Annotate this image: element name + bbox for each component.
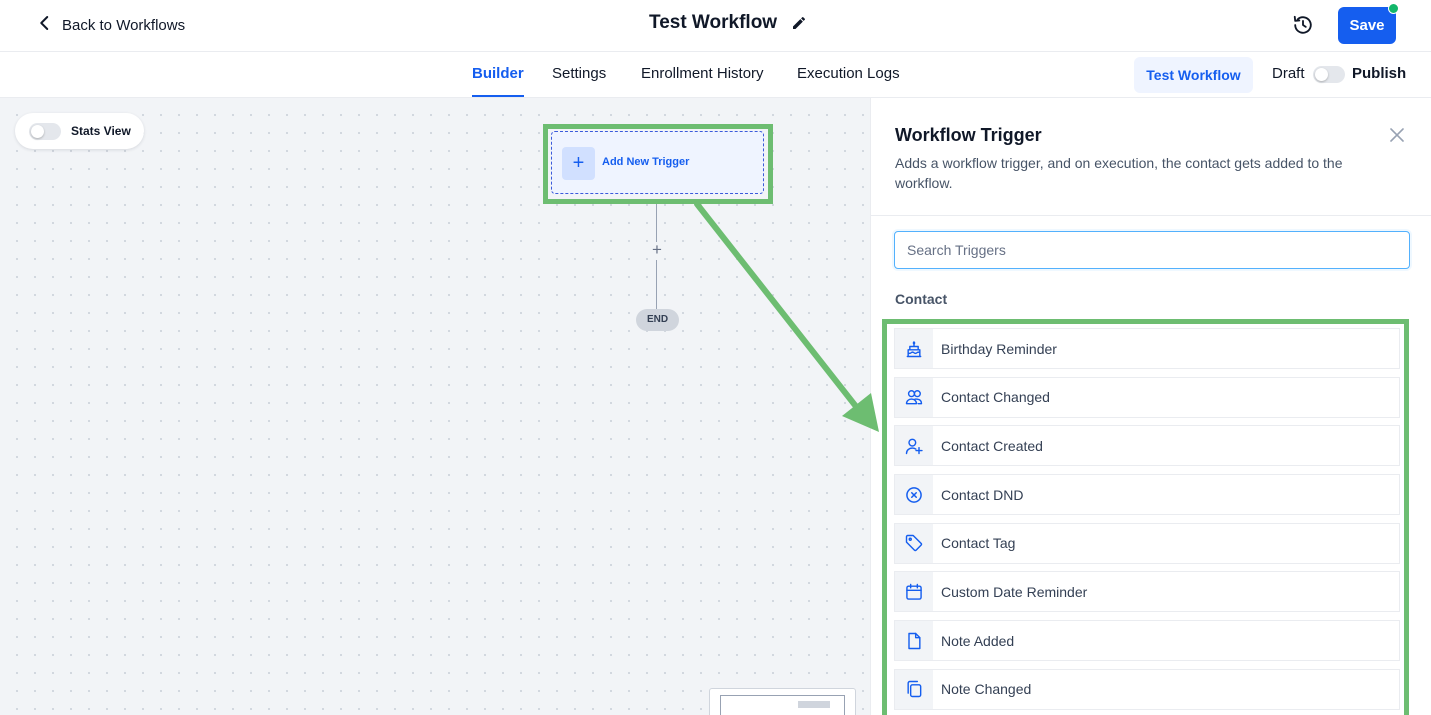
tab-builder[interactable]: Builder [472, 52, 524, 97]
minimap[interactable] [709, 688, 856, 715]
history-icon[interactable] [1292, 14, 1314, 36]
end-node: END [636, 309, 679, 331]
plus-icon: + [562, 147, 595, 180]
search-triggers-input[interactable] [894, 231, 1410, 269]
draft-label: Draft [1272, 65, 1305, 82]
x-circle-icon [895, 475, 933, 515]
trigger-item-contact-dnd[interactable]: Contact DND [894, 474, 1400, 516]
workflow-title: Test Workflow [649, 12, 778, 33]
trigger-item-contact-tag[interactable]: Contact Tag [894, 522, 1400, 564]
trigger-item-note-added[interactable]: Note Added [894, 620, 1400, 662]
stats-view-toggle[interactable]: Stats View [15, 113, 144, 149]
cake-icon [895, 329, 933, 368]
publish-label: Publish [1352, 65, 1407, 82]
trigger-item-birthday-reminder[interactable]: Birthday Reminder [894, 328, 1400, 369]
chevron-left-icon [36, 14, 54, 36]
trigger-item-custom-date-reminder[interactable]: Custom Date Reminder [894, 571, 1400, 613]
add-new-trigger-label: Add New Trigger [602, 156, 690, 168]
tag-icon [895, 523, 933, 563]
top-bar: Back to Workflows Test Workflow Save [0, 0, 1431, 52]
workflow-canvas[interactable]: Stats View + Add New Trigger + END [0, 98, 870, 715]
back-to-workflows-link[interactable]: Back to Workflows [36, 12, 185, 38]
trigger-item-contact-created[interactable]: Contact Created [894, 425, 1400, 467]
add-new-trigger-node[interactable]: + Add New Trigger [551, 131, 764, 194]
trigger-item-contact-changed[interactable]: Contact Changed [894, 376, 1400, 418]
stats-view-label: Stats View [71, 124, 131, 138]
tab-enrollment-history[interactable]: Enrollment History [641, 52, 764, 97]
panel-title: Workflow Trigger [895, 125, 1042, 145]
calendar-icon [895, 572, 933, 612]
trigger-item-label: Contact DND [941, 486, 1024, 503]
panel-description: Adds a workflow trigger, and on executio… [895, 155, 1343, 191]
connector-line-top [656, 204, 657, 242]
file-icon [895, 621, 933, 661]
trigger-item-label: Custom Date Reminder [941, 583, 1088, 600]
trigger-item-label: Contact Tag [941, 535, 1016, 552]
workflow-trigger-panel: Workflow Trigger Adds a workflow trigger… [870, 98, 1431, 715]
users-icon [895, 377, 933, 417]
panel-divider [871, 215, 1431, 216]
trigger-item-label: Contact Changed [941, 389, 1050, 406]
trigger-item-label: Note Added [941, 632, 1015, 649]
stats-toggle-switch[interactable] [29, 122, 61, 140]
tab-execution-logs[interactable]: Execution Logs [797, 52, 900, 97]
pencil-icon[interactable] [791, 15, 807, 31]
workflow-title-group: Test Workflow [649, 12, 807, 34]
trigger-item-note-changed[interactable]: Note Changed [894, 668, 1400, 710]
test-workflow-button[interactable]: Test Workflow [1134, 57, 1253, 93]
trigger-item-label: Birthday Reminder [941, 340, 1057, 357]
connector-line-bottom [656, 260, 657, 310]
trigger-item-label: Contact Created [941, 437, 1043, 454]
copy-icon [895, 669, 933, 709]
publish-toggle[interactable] [1313, 66, 1345, 83]
category-label: Contact [895, 291, 948, 307]
status-dot [1388, 3, 1399, 14]
user-plus-icon [895, 426, 933, 466]
back-label: Back to Workflows [62, 16, 186, 34]
save-button[interactable]: Save [1338, 7, 1396, 44]
close-icon[interactable] [1389, 127, 1405, 143]
trigger-item-label: Note Changed [941, 681, 1032, 698]
trigger-list: Birthday Reminder Contact Changed Contac… [894, 328, 1400, 715]
minimap-node [798, 701, 830, 708]
tab-settings[interactable]: Settings [552, 52, 606, 97]
tab-bar: Builder Settings Enrollment History Exec… [0, 52, 1431, 98]
add-step-button[interactable]: + [648, 241, 666, 259]
